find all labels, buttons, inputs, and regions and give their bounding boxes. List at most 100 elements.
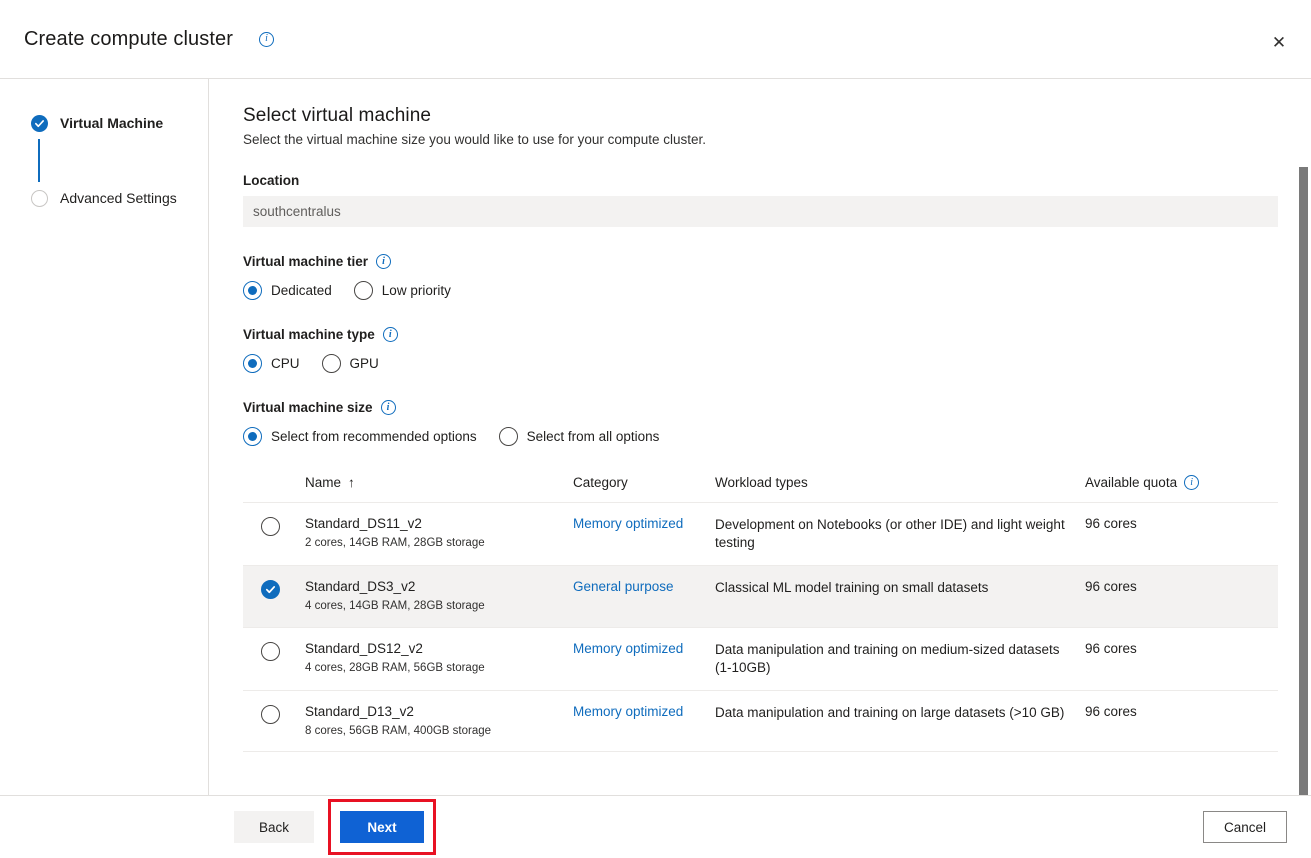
- row-category-cell: General purpose: [573, 566, 715, 627]
- row-workload-cell: Development on Notebooks (or other IDE) …: [715, 503, 1085, 566]
- vertical-scrollbar-thumb[interactable]: [1299, 167, 1308, 858]
- column-header-workload[interactable]: Workload types: [715, 475, 1085, 503]
- row-name-cell: Standard_DS11_v2 2 cores, 14GB RAM, 28GB…: [305, 503, 573, 566]
- table-header-row: Name ↑ Category Workload types A: [243, 475, 1278, 503]
- row-workload-cell: Data manipulation and training on medium…: [715, 627, 1085, 690]
- row-quota-cell: 96 cores: [1085, 503, 1278, 566]
- radio-option-all[interactable]: Select from all options: [499, 427, 660, 446]
- quota-info-icon[interactable]: i: [1184, 475, 1199, 490]
- row-quota-cell: 96 cores: [1085, 566, 1278, 627]
- sidebar-item-virtual-machine[interactable]: Virtual Machine: [0, 111, 208, 135]
- radio-label: GPU: [350, 356, 379, 371]
- category-link[interactable]: Memory optimized: [573, 641, 683, 656]
- radio-label: CPU: [271, 356, 300, 371]
- close-icon[interactable]: ✕: [1263, 26, 1295, 58]
- vm-tier-group: Virtual machine tier i Dedicated Low pri…: [243, 254, 1311, 300]
- section-subtitle: Select the virtual machine size you woul…: [243, 132, 1311, 147]
- back-button[interactable]: Back: [234, 811, 314, 843]
- radio-label: Select from all options: [527, 429, 660, 444]
- vm-size-options: Select from recommended options Select f…: [243, 427, 1311, 446]
- row-name-cell: Standard_DS3_v2 4 cores, 14GB RAM, 28GB …: [305, 566, 573, 627]
- category-link[interactable]: Memory optimized: [573, 704, 683, 719]
- vm-type-label-text: Virtual machine type: [243, 327, 375, 342]
- row-quota-cell: 96 cores: [1085, 627, 1278, 690]
- row-select-cell[interactable]: [243, 691, 305, 752]
- category-link[interactable]: General purpose: [573, 579, 674, 594]
- radio-indicator: [354, 281, 373, 300]
- row-quota-cell: 96 cores: [1085, 691, 1278, 752]
- row-select-cell[interactable]: [243, 566, 305, 627]
- step-complete-check-icon: [31, 115, 48, 132]
- table-row[interactable]: Standard_DS12_v2 4 cores, 28GB RAM, 56GB…: [243, 627, 1278, 690]
- location-input[interactable]: [243, 196, 1278, 227]
- vm-size-table: Name ↑ Category Workload types A: [243, 475, 1278, 752]
- vm-spec: 4 cores, 14GB RAM, 28GB storage: [305, 599, 565, 613]
- row-select-cell[interactable]: [243, 503, 305, 566]
- row-workload-cell: Data manipulation and training on large …: [715, 691, 1085, 752]
- radio-indicator: [243, 427, 262, 446]
- sidebar-item-advanced-settings[interactable]: Advanced Settings: [0, 186, 208, 210]
- table-row[interactable]: Standard_DS11_v2 2 cores, 14GB RAM, 28GB…: [243, 503, 1278, 566]
- vm-size-label-text: Virtual machine size: [243, 400, 373, 415]
- sidebar-item-label: Advanced Settings: [60, 190, 177, 206]
- row-workload-cell: Classical ML model training on small dat…: [715, 566, 1085, 627]
- column-header-workload-text: Workload types: [715, 475, 808, 490]
- row-radio-icon[interactable]: [261, 642, 280, 661]
- vm-size-label: Virtual machine size i: [243, 400, 1311, 415]
- column-header-category[interactable]: Category: [573, 475, 715, 503]
- section-title: Select virtual machine: [243, 105, 1311, 127]
- row-radio-icon[interactable]: [261, 705, 280, 724]
- column-header-category-text: Category: [573, 475, 628, 490]
- vm-tier-label: Virtual machine tier i: [243, 254, 1311, 269]
- column-header-quota[interactable]: Available quota i: [1085, 475, 1278, 503]
- row-select-cell[interactable]: [243, 627, 305, 690]
- next-button[interactable]: Next: [340, 811, 424, 843]
- vm-name: Standard_D13_v2: [305, 704, 565, 721]
- vm-spec: 8 cores, 56GB RAM, 400GB storage: [305, 724, 565, 738]
- create-compute-cluster-dialog: Create compute cluster i ✕ Virtual Machi…: [0, 0, 1311, 858]
- row-radio-icon[interactable]: [261, 517, 280, 536]
- row-name-cell: Standard_D13_v2 8 cores, 56GB RAM, 400GB…: [305, 691, 573, 752]
- vm-type-info-icon[interactable]: i: [383, 327, 398, 342]
- radio-label: Dedicated: [271, 283, 332, 298]
- page-title: Create compute cluster: [24, 28, 233, 51]
- next-button-highlight: Next: [328, 799, 436, 855]
- sidebar-item-label: Virtual Machine: [60, 115, 163, 131]
- vm-size-group: Virtual machine size i Select from recom…: [243, 400, 1311, 446]
- cancel-button[interactable]: Cancel: [1203, 811, 1287, 843]
- table-row[interactable]: Standard_D13_v2 8 cores, 56GB RAM, 400GB…: [243, 691, 1278, 752]
- column-header-select: [243, 475, 305, 503]
- header-info-icon[interactable]: i: [259, 32, 274, 47]
- radio-indicator: [322, 354, 341, 373]
- wizard-step-nav: Virtual Machine Advanced Settings: [0, 79, 209, 795]
- step-connector-line: [38, 139, 40, 182]
- vm-type-group: Virtual machine type i CPU GPU: [243, 327, 1311, 373]
- radio-label: Select from recommended options: [271, 429, 477, 444]
- radio-option-low-priority[interactable]: Low priority: [354, 281, 451, 300]
- category-link[interactable]: Memory optimized: [573, 516, 683, 531]
- vm-tier-options: Dedicated Low priority: [243, 281, 1311, 300]
- vertical-scrollbar-track[interactable]: [1295, 159, 1311, 858]
- vm-name: Standard_DS3_v2: [305, 579, 565, 596]
- location-label-text: Location: [243, 173, 299, 188]
- radio-option-dedicated[interactable]: Dedicated: [243, 281, 332, 300]
- vm-type-options: CPU GPU: [243, 354, 1311, 373]
- row-name-cell: Standard_DS12_v2 4 cores, 28GB RAM, 56GB…: [305, 627, 573, 690]
- row-radio-selected-icon[interactable]: [261, 580, 280, 599]
- vm-name: Standard_DS11_v2: [305, 516, 565, 533]
- vm-type-label: Virtual machine type i: [243, 327, 1311, 342]
- vm-tier-info-icon[interactable]: i: [376, 254, 391, 269]
- dialog-body: Virtual Machine Advanced Settings Select…: [0, 79, 1311, 795]
- row-category-cell: Memory optimized: [573, 691, 715, 752]
- radio-option-cpu[interactable]: CPU: [243, 354, 300, 373]
- sort-ascending-icon: ↑: [348, 475, 355, 490]
- radio-label: Low priority: [382, 283, 451, 298]
- column-header-name[interactable]: Name ↑: [305, 475, 573, 503]
- vm-spec: 4 cores, 28GB RAM, 56GB storage: [305, 661, 565, 675]
- location-label: Location: [243, 173, 1311, 188]
- radio-option-gpu[interactable]: GPU: [322, 354, 379, 373]
- table-row[interactable]: Standard_DS3_v2 4 cores, 14GB RAM, 28GB …: [243, 566, 1278, 627]
- row-category-cell: Memory optimized: [573, 627, 715, 690]
- vm-size-info-icon[interactable]: i: [381, 400, 396, 415]
- radio-option-recommended[interactable]: Select from recommended options: [243, 427, 477, 446]
